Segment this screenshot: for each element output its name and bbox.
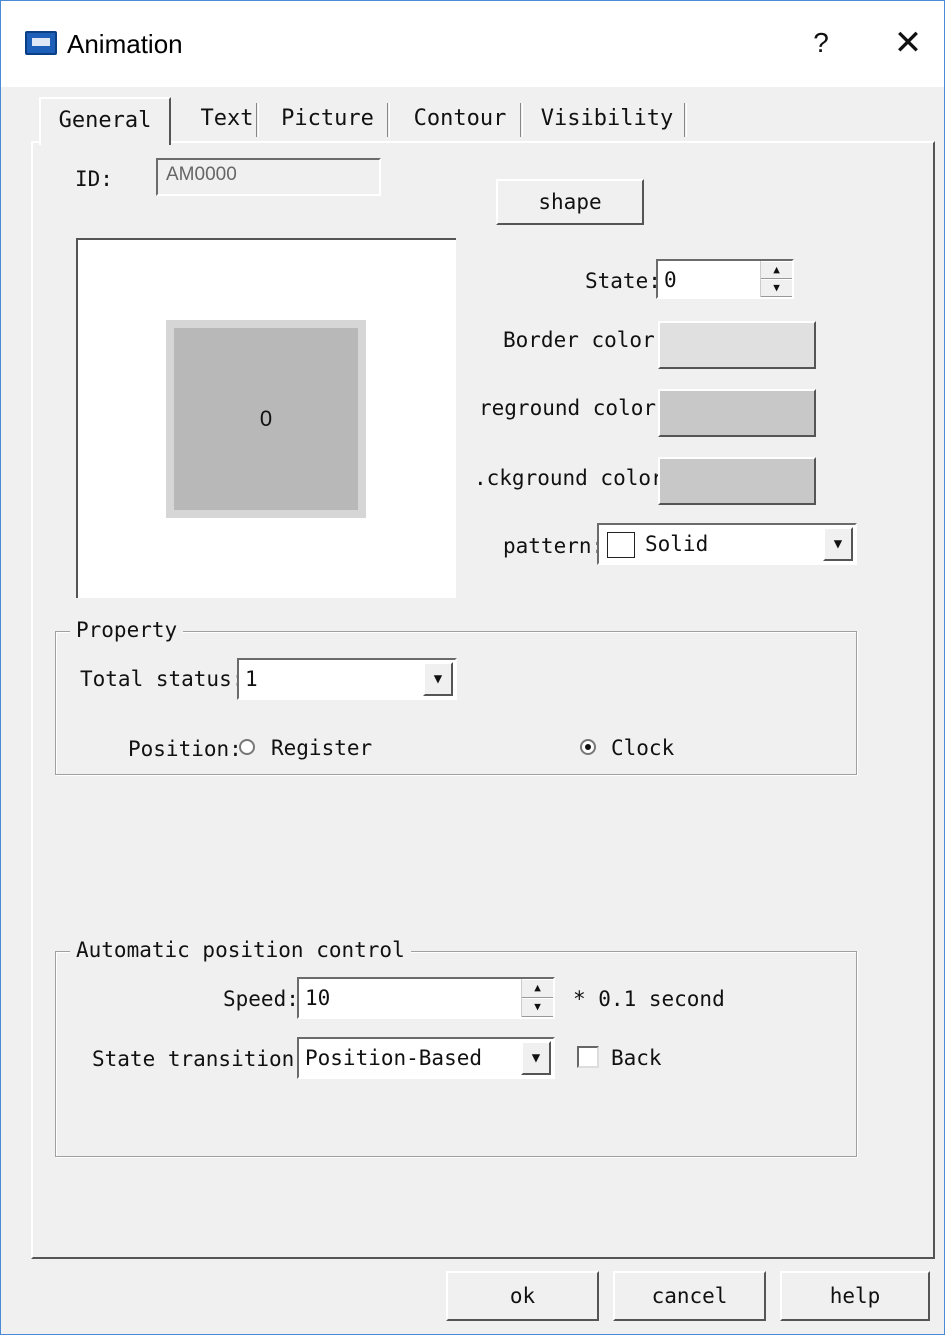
speed-spinner[interactable]: 10 ▲ ▼ xyxy=(297,977,555,1019)
hmi-app-icon xyxy=(25,31,57,55)
window-title: Animation xyxy=(67,29,183,59)
spin-down-icon[interactable]: ▼ xyxy=(522,998,553,1017)
spin-down-icon[interactable]: ▼ xyxy=(761,279,792,297)
background-color-swatch[interactable] xyxy=(658,457,816,505)
register-radio[interactable] xyxy=(239,739,255,755)
chevron-down-icon[interactable]: ▼ xyxy=(521,1041,551,1075)
cancel-button[interactable]: cancel xyxy=(613,1271,766,1321)
id-field[interactable]: AM0000 xyxy=(156,158,381,196)
state-transition-label: State transition: xyxy=(92,1047,307,1071)
total-status-label: Total status: xyxy=(80,667,245,691)
pattern-preview-swatch xyxy=(607,532,635,558)
close-icon[interactable]: ✕ xyxy=(889,23,927,63)
tab-separator xyxy=(387,103,390,137)
shape-preview: 0 xyxy=(76,238,456,598)
tab-separator xyxy=(520,103,523,137)
state-transition-select[interactable]: Position-Based ▼ xyxy=(297,1037,555,1079)
ok-button[interactable]: ok xyxy=(446,1271,599,1321)
title-bar: Animation ? ✕ xyxy=(1,1,944,87)
back-checkbox[interactable] xyxy=(577,1046,599,1068)
state-transition-value: Position-Based xyxy=(305,1046,483,1070)
clock-radio[interactable] xyxy=(580,739,596,755)
tab-contour[interactable]: Contour xyxy=(399,97,521,143)
animation-dialog: Animation ? ✕ General Text Picture Conto… xyxy=(0,0,945,1335)
speed-label: Speed: xyxy=(223,987,299,1011)
preview-shape-label: 0 xyxy=(259,406,273,431)
tab-separator xyxy=(256,103,259,137)
background-color-label: .ckground color: xyxy=(474,466,677,490)
automatic-position-control-title: Automatic position control xyxy=(70,938,411,962)
spin-up-icon[interactable]: ▲ xyxy=(761,261,792,279)
property-group-title: Property xyxy=(70,618,184,642)
preview-shape-box: 0 xyxy=(166,320,366,518)
pattern-value: Solid xyxy=(645,532,709,556)
state-label: State: xyxy=(585,269,661,293)
foreground-color-label: reground color: xyxy=(479,396,669,420)
help-button[interactable]: help xyxy=(780,1271,930,1321)
help-question-icon[interactable]: ? xyxy=(809,27,833,61)
tab-text[interactable]: Text xyxy=(177,97,277,143)
clock-radio-label[interactable]: Clock xyxy=(611,736,674,760)
state-spin-buttons: ▲ ▼ xyxy=(760,261,792,297)
id-label: ID: xyxy=(75,167,113,191)
pattern-label: pattern: xyxy=(503,534,605,558)
tab-separator xyxy=(684,103,687,137)
back-checkbox-label[interactable]: Back xyxy=(611,1046,662,1070)
tab-general[interactable]: General xyxy=(39,97,171,145)
border-color-label: Border color: xyxy=(503,328,668,352)
tab-picture[interactable]: Picture xyxy=(265,97,390,143)
pattern-select[interactable]: Solid ▼ xyxy=(597,523,857,565)
speed-spin-buttons: ▲ ▼ xyxy=(521,979,553,1017)
speed-value[interactable]: 10 xyxy=(299,979,553,1017)
chevron-down-icon[interactable]: ▼ xyxy=(423,662,453,696)
border-color-swatch[interactable] xyxy=(658,321,816,369)
state-spinner[interactable]: 0 ▲ ▼ xyxy=(656,259,794,299)
chevron-down-icon[interactable]: ▼ xyxy=(823,527,853,561)
speed-unit-label: * 0.1 second xyxy=(573,987,725,1011)
tab-visibility[interactable]: Visibility xyxy=(532,97,682,143)
shape-button[interactable]: shape xyxy=(496,179,644,225)
position-label: Position: xyxy=(128,737,242,761)
register-radio-label[interactable]: Register xyxy=(271,736,372,760)
spin-up-icon[interactable]: ▲ xyxy=(522,979,553,998)
foreground-color-swatch[interactable] xyxy=(658,389,816,437)
total-status-select[interactable]: 1 ▼ xyxy=(237,658,457,700)
